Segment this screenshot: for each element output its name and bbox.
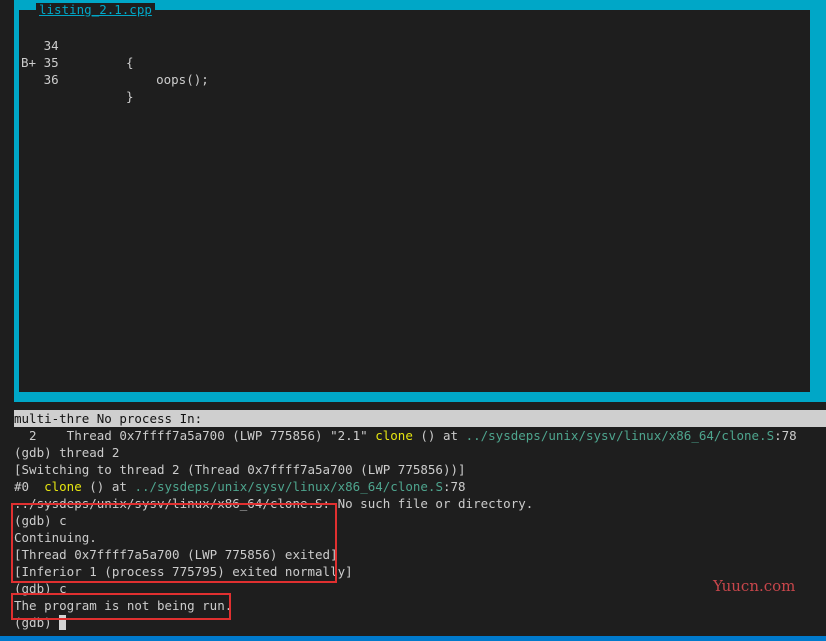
terminal-line: #0 clone () at ../sysdeps/unix/sysv/linu… bbox=[14, 478, 466, 495]
line-number: 36 bbox=[21, 72, 59, 87]
terminal-text: :78 bbox=[774, 428, 797, 443]
terminal-text: 2 Thread 0x7ffff7a5a700 (LWP 775856) "2.… bbox=[14, 428, 376, 443]
source-line: 36 } bbox=[0, 54, 134, 104]
source-code: oops(); bbox=[126, 72, 209, 87]
file-path: ../sysdeps/unix/sysv/linux/x86_64/clone.… bbox=[134, 479, 443, 494]
status-strip bbox=[0, 636, 826, 641]
function-name: clone bbox=[375, 428, 413, 443]
terminal-text: #0 bbox=[14, 479, 45, 494]
file-path: ../sysdeps/unix/sysv/linux/x86_64/clone.… bbox=[465, 428, 775, 443]
source-line-breakpoint: B+ 35 oops(); bbox=[0, 37, 209, 87]
breakpoint-line-number: B+ 35 bbox=[21, 55, 59, 70]
terminal-text: () at bbox=[412, 428, 466, 443]
terminal-text: () at bbox=[81, 479, 135, 494]
function-name: clone bbox=[44, 479, 82, 494]
terminal-line: 2 Thread 0x7ffff7a5a700 (LWP 775856) "2.… bbox=[14, 427, 797, 444]
source-line: 34 { bbox=[0, 20, 134, 70]
highlight-box bbox=[11, 593, 231, 620]
source-file-title: listing_2.1.cpp bbox=[36, 3, 155, 17]
terminal-line: [Switching to thread 2 (Thread 0x7ffff7a… bbox=[14, 462, 466, 477]
terminal-line: (gdb) thread 2 bbox=[14, 445, 120, 460]
source-window[interactable] bbox=[19, 10, 810, 392]
source-code: { bbox=[126, 55, 134, 70]
source-code: } bbox=[126, 89, 134, 104]
highlight-box bbox=[11, 503, 337, 583]
terminal-text: :78 bbox=[443, 479, 466, 494]
watermark-text: Yuucn.com bbox=[713, 577, 796, 595]
line-number: 34 bbox=[21, 38, 59, 53]
gdb-status-bar: multi-thre No process In: bbox=[14, 410, 826, 427]
